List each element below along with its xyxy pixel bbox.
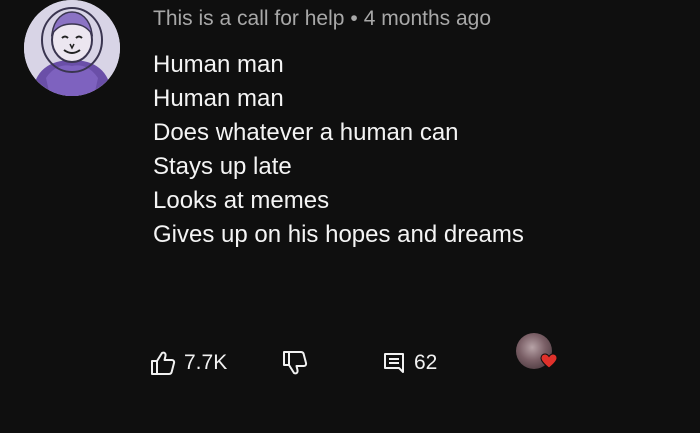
- separator-dot: •: [350, 7, 358, 30]
- comment-line: Human man: [153, 85, 284, 112]
- comment-actions: 7.7K 62: [150, 333, 590, 381]
- thumbs-down-icon: [282, 350, 308, 376]
- comment-text: Human man Human man Does whatever a huma…: [153, 48, 524, 252]
- comment-line: Human man: [153, 51, 284, 78]
- creator-heart: [516, 333, 564, 381]
- reply-button[interactable]: 62: [382, 345, 437, 381]
- like-count: 7.7K: [184, 351, 228, 374]
- heart-icon: [540, 353, 558, 374]
- comment-header: This is a call for help • 4 months ago: [153, 6, 491, 32]
- dislike-button[interactable]: [282, 345, 308, 381]
- comment-line: Looks at memes: [153, 187, 330, 214]
- comment: This is a call for help • 4 months ago Hum…: [0, 0, 700, 433]
- buzz-lightyear-avatar-icon: [24, 0, 120, 96]
- timestamp[interactable]: 4 months ago: [364, 7, 491, 30]
- comment-icon: [382, 351, 406, 375]
- comment-line: Stays up late: [153, 153, 292, 180]
- creator-heart-badge: [516, 333, 564, 375]
- reply-count: 62: [414, 351, 438, 374]
- author-name[interactable]: This is a call for help: [153, 7, 344, 30]
- comment-line: Gives up on his hopes and dreams: [153, 221, 524, 248]
- thumbs-up-icon: [150, 350, 176, 376]
- author-avatar[interactable]: [24, 0, 120, 96]
- like-button[interactable]: 7.7K: [150, 345, 227, 381]
- comment-line: Does whatever a human can: [153, 119, 459, 146]
